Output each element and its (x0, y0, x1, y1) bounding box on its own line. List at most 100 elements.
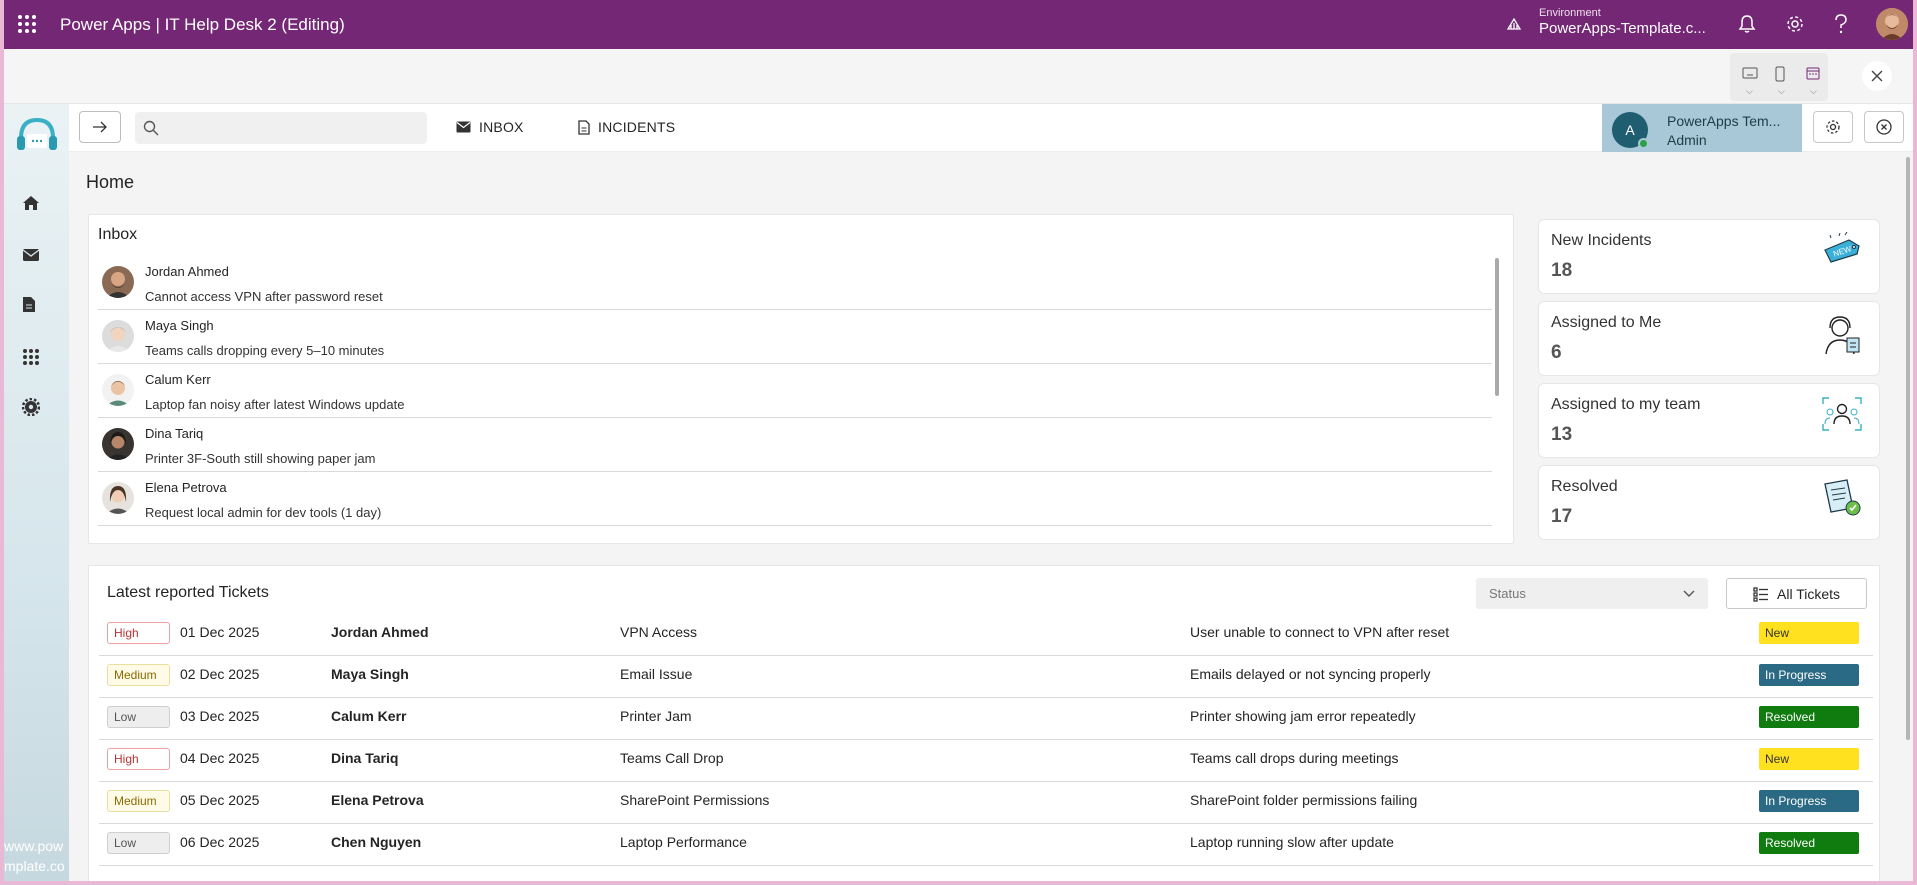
table-row[interactable]: High 04 Dec 2025 Dina Tariq Teams Call D… (99, 740, 1873, 782)
ticket-date: 01 Dec 2025 (180, 624, 260, 640)
inbox-item[interactable]: Jordan Ahmed Cannot access VPN after pas… (98, 256, 1492, 310)
inbox-item[interactable]: Calum Kerr Laptop fan noisy after latest… (98, 364, 1492, 418)
home-icon[interactable] (22, 195, 40, 211)
tab-incidents-label: INCIDENTS (598, 119, 676, 135)
bell-icon[interactable] (1738, 14, 1756, 34)
tab-inbox[interactable]: INBOX (456, 119, 524, 135)
stat-label: Assigned to Me (1551, 314, 1662, 331)
inbox-sender: Maya Singh (145, 318, 214, 333)
mail-icon (456, 121, 471, 133)
inbox-item[interactable]: Dina Tariq Printer 3F-South still showin… (98, 418, 1492, 472)
status-filter-dropdown[interactable]: Status (1476, 578, 1708, 609)
expand-nav-button[interactable] (79, 111, 121, 143)
user-role: Admin (1667, 132, 1707, 148)
chevron-down-icon (1683, 590, 1695, 597)
avatar (102, 266, 134, 298)
desktop-view-icon[interactable] (1742, 66, 1758, 80)
ticket-date: 02 Dec 2025 (180, 666, 260, 682)
stat-card-assigned-to-me[interactable]: Assigned to Me 6 (1538, 301, 1880, 376)
avatar[interactable] (1876, 8, 1908, 40)
priority-badge: Low (107, 706, 170, 728)
avatar (102, 374, 134, 406)
status-badge: Resolved (1759, 706, 1859, 728)
inbox-subject: Printer 3F-South still showing paper jam (145, 451, 376, 466)
close-circle-icon (1876, 119, 1892, 135)
table-row[interactable]: High 01 Dec 2025 Jordan Ahmed VPN Access… (99, 614, 1873, 656)
inbox-scrollbar[interactable] (1495, 258, 1499, 396)
exit-app-button[interactable] (1864, 111, 1904, 143)
calendar-view-icon[interactable] (1806, 66, 1820, 80)
team-icon (1822, 397, 1862, 431)
ticket-category: Email Issue (620, 666, 693, 682)
ticket-date: 06 Dec 2025 (180, 834, 260, 850)
ticket-description: Emails delayed or not syncing properly (1190, 666, 1431, 682)
app-title: Power Apps | IT Help Desk 2 (Editing) (60, 15, 345, 34)
editor-toolbar (4, 49, 1913, 104)
all-tickets-button[interactable]: All Tickets (1726, 578, 1867, 609)
ticket-requester: Elena Petrova (331, 792, 424, 808)
inbox-sender: Dina Tariq (145, 426, 204, 441)
settings-button[interactable] (1813, 111, 1853, 143)
tab-inbox-label: INBOX (479, 119, 524, 135)
ticket-date: 03 Dec 2025 (180, 708, 260, 724)
inbox-item[interactable]: Elena Petrova Request local admin for de… (98, 472, 1492, 526)
ticket-requester: Jordan Ahmed (331, 624, 429, 640)
apps-icon[interactable] (22, 348, 40, 366)
status-badge: Resolved (1759, 832, 1859, 854)
resolved-doc-icon (1824, 479, 1861, 516)
chevron-down-icon[interactable]: ⌵ (1746, 86, 1753, 97)
inbox-sender: Calum Kerr (145, 372, 211, 387)
chevron-down-icon[interactable]: ⌵ (1778, 86, 1785, 97)
ticket-requester: Maya Singh (331, 666, 409, 682)
stat-label: New Incidents (1551, 232, 1652, 249)
environment-icon[interactable] (1506, 16, 1522, 32)
table-row[interactable]: Medium 05 Dec 2025 Elena Petrova SharePo… (99, 782, 1873, 824)
document-icon[interactable] (22, 296, 36, 313)
ticket-description: User unable to connect to VPN after rese… (1190, 624, 1450, 640)
inbox-sender: Jordan Ahmed (145, 264, 229, 279)
stat-card-resolved[interactable]: Resolved 17 (1538, 465, 1880, 540)
settings-icon[interactable] (22, 398, 40, 416)
table-row[interactable]: Low 06 Dec 2025 Chen Nguyen Laptop Perfo… (99, 824, 1873, 866)
priority-badge: Medium (107, 790, 170, 812)
left-nav-rail (4, 104, 69, 881)
inbox-subject: Laptop fan noisy after latest Windows up… (145, 397, 405, 412)
environment-label: Environment (1539, 7, 1601, 19)
agent-icon (1825, 316, 1860, 355)
helpdesk-logo (17, 117, 57, 150)
chevron-down-icon[interactable]: ⌵ (1810, 86, 1817, 97)
tickets-title: Latest reported Tickets (107, 584, 269, 601)
stat-value: 18 (1551, 260, 1573, 281)
presence-status-icon (1638, 138, 1649, 149)
user-profile-card[interactable]: A PowerApps Tem... Admin (1602, 104, 1802, 152)
stat-card-new-incidents[interactable]: New Incidents 18 NEW (1538, 219, 1880, 294)
ticket-description: Printer showing jam error repeatedly (1190, 708, 1416, 724)
table-row[interactable]: Medium 02 Dec 2025 Maya Singh Email Issu… (99, 656, 1873, 698)
stat-card-assigned-to-team[interactable]: Assigned to my team 13 (1538, 383, 1880, 458)
status-badge: New (1759, 622, 1859, 644)
ticket-date: 05 Dec 2025 (180, 792, 260, 808)
status-badge: In Progress (1759, 790, 1859, 812)
priority-badge: High (107, 622, 170, 644)
search-icon (143, 120, 159, 136)
priority-badge: Medium (107, 664, 170, 686)
table-row[interactable]: Low 03 Dec 2025 Calum Kerr Printer Jam P… (99, 698, 1873, 740)
stat-value: 6 (1551, 342, 1562, 363)
close-button[interactable] (1862, 61, 1892, 91)
ticket-category: Printer Jam (620, 708, 692, 724)
ticket-description: Laptop running slow after update (1190, 834, 1394, 850)
page-scrollbar[interactable] (1906, 157, 1910, 740)
help-icon[interactable] (1834, 14, 1848, 34)
waffle-icon[interactable] (18, 15, 36, 33)
tab-incidents[interactable]: INCIDENTS (578, 119, 675, 135)
ticket-description: Teams call drops during meetings (1190, 750, 1399, 766)
environment-name[interactable]: PowerApps-Template.c... (1539, 20, 1706, 37)
search-input[interactable] (135, 112, 427, 144)
gear-icon[interactable] (1785, 14, 1805, 34)
ticket-category: SharePoint Permissions (620, 792, 770, 808)
avatar (102, 428, 134, 460)
inbox-item[interactable]: Maya Singh Teams calls dropping every 5–… (98, 310, 1492, 364)
mail-icon[interactable] (22, 248, 40, 262)
avatar (102, 482, 134, 514)
phone-view-icon[interactable] (1775, 66, 1785, 82)
